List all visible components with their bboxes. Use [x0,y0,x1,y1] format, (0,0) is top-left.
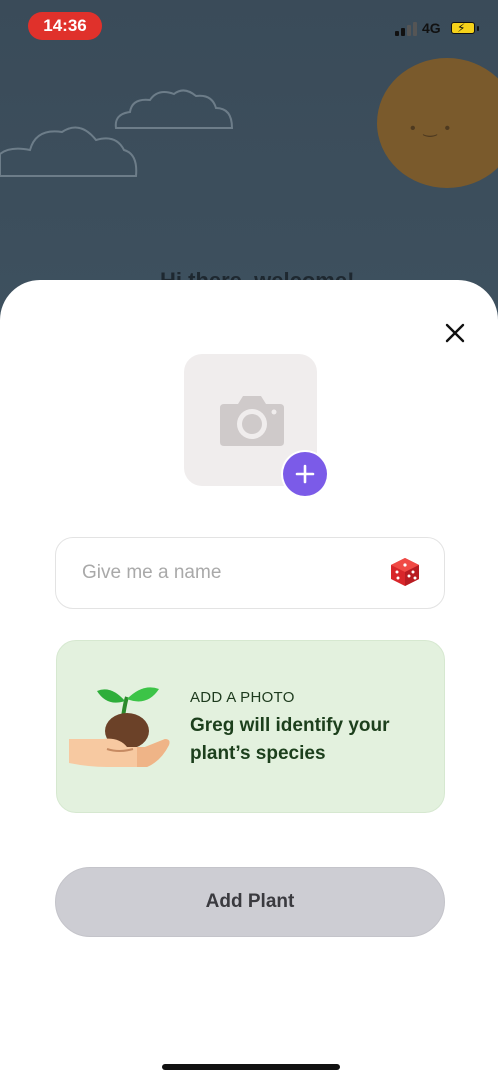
status-bar: 14:36 4G ⚡ [0,0,498,50]
status-time: 14:36 [28,12,102,40]
battery-icon: ⚡ [451,21,479,35]
add-plant-button[interactable]: Add Plant [55,867,445,937]
close-icon [445,323,465,343]
add-photo-button[interactable] [283,452,327,496]
info-description: Greg will identify your plant’s species [190,715,390,764]
camera-icon [220,396,284,446]
dice-icon[interactable] [389,556,421,588]
close-button[interactable] [440,318,470,348]
cloud-icon [0,126,138,177]
identify-species-card[interactable]: ADD A PHOTO Greg will identify your plan… [56,640,445,813]
plant-name-field[interactable] [55,537,445,609]
sun-face: •‿• [410,120,459,137]
plus-icon [295,464,315,484]
home-indicator[interactable] [162,1064,340,1070]
signal-icon [395,22,417,36]
network-type: 4G [422,20,441,36]
info-kicker: ADD A PHOTO [190,689,295,706]
plant-name-input[interactable] [82,538,382,608]
plant-in-hand-icon [69,687,170,767]
